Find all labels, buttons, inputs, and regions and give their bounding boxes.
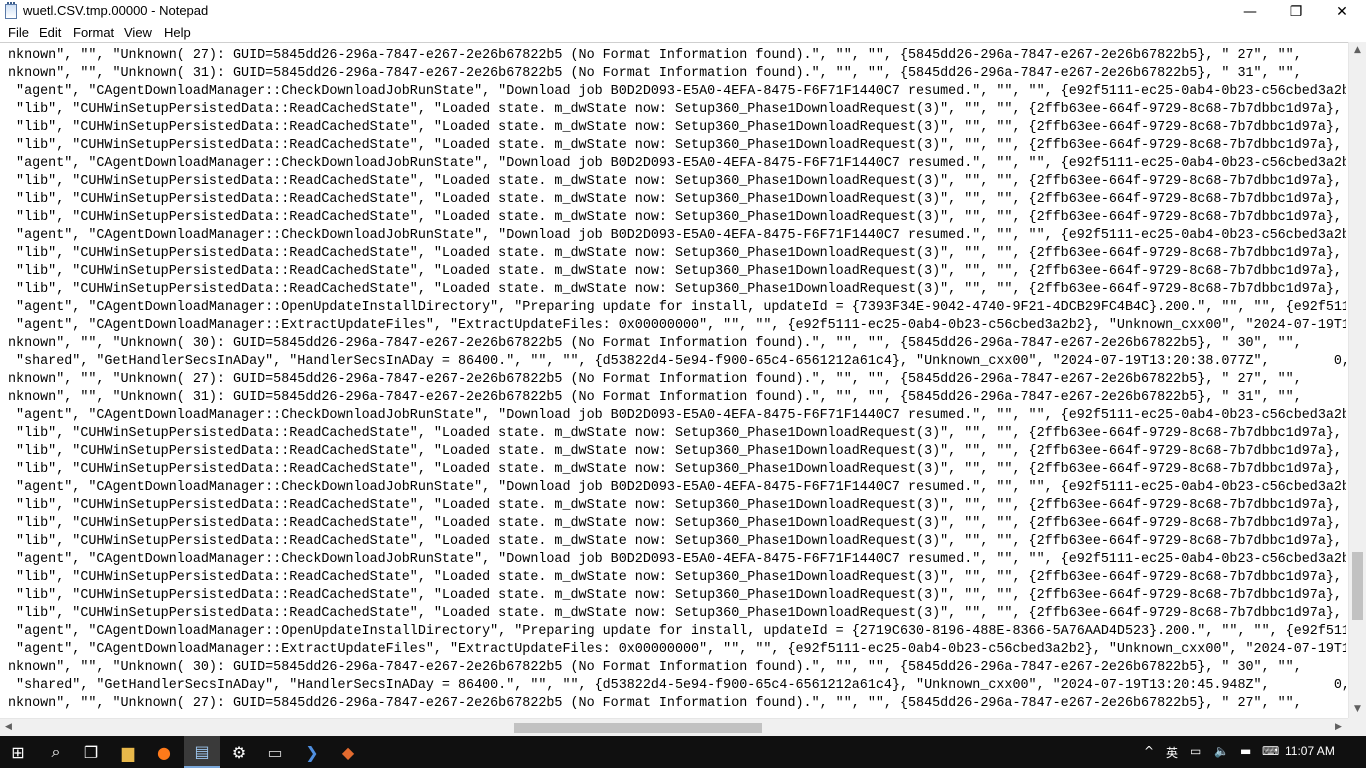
windows-logo-icon: ⊞ (11, 742, 25, 762)
show-hidden-icons-icon[interactable]: ^ (1144, 744, 1154, 758)
scroll-up-icon[interactable]: ▲ (1349, 42, 1366, 59)
text-line[interactable]: "shared", "GetHandlerSecsInADay", "Handl… (0, 677, 1346, 695)
text-line[interactable]: "lib", "CUHWinSetupPersistedData::ReadCa… (0, 119, 1346, 137)
horizontal-scroll-thumb[interactable] (514, 723, 762, 733)
text-line[interactable]: "agent", "CAgentDownloadManager::CheckDo… (0, 155, 1346, 173)
vertical-scrollbar[interactable]: ▲ ▼ (1348, 42, 1366, 718)
window-title: wuetl.CSV.tmp.00000 - Notepad (23, 3, 209, 18)
scroll-right-icon[interactable]: ▶ (1330, 719, 1347, 736)
text-line[interactable]: "lib", "CUHWinSetupPersistedData::ReadCa… (0, 281, 1346, 299)
app-icon: ◆ (341, 742, 355, 762)
text-line[interactable]: "lib", "CUHWinSetupPersistedData::ReadCa… (0, 497, 1346, 515)
taskbar: ⊞ ⌕ ❐ ▆ ● ▤ ⚙ ▭ ❯ ◆ ^ 英 ▭ 🔈 ▬ ⌨ 11:07 AM (0, 736, 1366, 768)
task-view-button[interactable]: ❐ (73, 736, 109, 768)
minimize-icon: — (1243, 3, 1257, 20)
title-bar[interactable]: wuetl.CSV.tmp.00000 - Notepad — ❐ ✕ (0, 0, 1366, 23)
text-line[interactable]: "agent", "CAgentDownloadManager::CheckDo… (0, 551, 1346, 569)
text-line[interactable]: "lib", "CUHWinSetupPersistedData::ReadCa… (0, 425, 1346, 443)
text-line[interactable]: nknown", "", "Unknown( 30): GUID=5845dd2… (0, 335, 1346, 353)
text-line[interactable]: "agent", "CAgentDownloadManager::CheckDo… (0, 407, 1346, 425)
menu-help[interactable]: Help (164, 25, 191, 40)
folder-icon: ▆ (121, 742, 135, 762)
menu-bar: File Edit Format View Help (0, 23, 1366, 42)
text-line[interactable]: nknown", "", "Unknown( 31): GUID=5845dd2… (0, 65, 1346, 83)
text-line[interactable]: "agent", "CAgentDownloadManager::Extract… (0, 641, 1346, 659)
text-line[interactable]: nknown", "", "Unknown( 27): GUID=5845dd2… (0, 47, 1346, 65)
close-icon: ✕ (1336, 3, 1348, 20)
text-line[interactable]: nknown", "", "Unknown( 30): GUID=5845dd2… (0, 659, 1346, 677)
vertical-scroll-thumb[interactable] (1352, 552, 1363, 620)
text-line[interactable]: "lib", "CUHWinSetupPersistedData::ReadCa… (0, 245, 1346, 263)
text-line[interactable]: "agent", "CAgentDownloadManager::CheckDo… (0, 479, 1346, 497)
cmd-button[interactable]: ▭ (257, 736, 293, 768)
menu-format[interactable]: Format (73, 25, 114, 40)
horizontal-scrollbar[interactable]: ◀ ▶ (0, 718, 1348, 736)
file-explorer-button[interactable]: ▆ (110, 736, 146, 768)
text-line[interactable]: "lib", "CUHWinSetupPersistedData::ReadCa… (0, 263, 1346, 281)
text-line[interactable]: "lib", "CUHWinSetupPersistedData::ReadCa… (0, 443, 1346, 461)
text-line[interactable]: "lib", "CUHWinSetupPersistedData::ReadCa… (0, 515, 1346, 533)
text-line[interactable]: nknown", "", "Unknown( 27): GUID=5845dd2… (0, 695, 1346, 713)
text-line[interactable]: "lib", "CUHWinSetupPersistedData::ReadCa… (0, 173, 1346, 191)
notepad-icon: ▤ (194, 741, 210, 761)
scroll-left-icon[interactable]: ◀ (0, 719, 17, 736)
network-icon[interactable]: ▭ (1190, 744, 1201, 758)
text-area[interactable]: nknown", "", "Unknown( 27): GUID=5845dd2… (0, 47, 1346, 713)
firefox-button[interactable]: ● (146, 736, 182, 768)
text-line[interactable]: "lib", "CUHWinSetupPersistedData::ReadCa… (0, 137, 1346, 155)
restore-icon: ❐ (1289, 3, 1303, 20)
text-line[interactable]: "lib", "CUHWinSetupPersistedData::ReadCa… (0, 533, 1346, 551)
menu-file[interactable]: File (8, 25, 29, 40)
clock[interactable]: 11:07 AM (1285, 744, 1335, 758)
text-line[interactable]: "agent", "CAgentDownloadManager::CheckDo… (0, 83, 1346, 101)
notepad-icon (5, 2, 17, 19)
close-button[interactable]: ✕ (1319, 0, 1365, 23)
text-line[interactable]: "lib", "CUHWinSetupPersistedData::ReadCa… (0, 569, 1346, 587)
search-button[interactable]: ⌕ (38, 736, 74, 768)
command-prompt-icon: ▭ (267, 742, 283, 762)
text-line[interactable]: "lib", "CUHWinSetupPersistedData::ReadCa… (0, 191, 1346, 209)
powershell-icon: ❯ (305, 742, 319, 762)
text-line[interactable]: "lib", "CUHWinSetupPersistedData::ReadCa… (0, 587, 1346, 605)
text-line[interactable]: nknown", "", "Unknown( 31): GUID=5845dd2… (0, 389, 1346, 407)
text-line[interactable]: "agent", "CAgentDownloadManager::Extract… (0, 317, 1346, 335)
text-line[interactable]: "lib", "CUHWinSetupPersistedData::ReadCa… (0, 101, 1346, 119)
text-line[interactable]: "agent", "CAgentDownloadManager::OpenUpd… (0, 623, 1346, 641)
text-line[interactable]: "agent", "CAgentDownloadManager::OpenUpd… (0, 299, 1346, 317)
search-icon: ⌕ (51, 742, 61, 761)
ime-icon[interactable]: 英 (1166, 744, 1178, 761)
text-line[interactable]: "shared", "GetHandlerSecsInADay", "Handl… (0, 353, 1346, 371)
notepad-button[interactable]: ▤ (184, 736, 220, 768)
maximize-button[interactable]: ❐ (1273, 0, 1319, 23)
text-line[interactable]: "agent", "CAgentDownloadManager::CheckDo… (0, 227, 1346, 245)
app-button[interactable]: ◆ (330, 736, 366, 768)
start-button[interactable]: ⊞ (0, 736, 36, 768)
text-line[interactable]: "lib", "CUHWinSetupPersistedData::ReadCa… (0, 461, 1346, 479)
text-editor[interactable]: nknown", "", "Unknown( 27): GUID=5845dd2… (0, 42, 1366, 718)
menu-edit[interactable]: Edit (39, 25, 61, 40)
scroll-down-icon[interactable]: ▼ (1349, 701, 1366, 718)
firefox-icon: ● (157, 742, 171, 762)
gear-icon: ⚙ (231, 742, 247, 762)
touch-keyboard-icon[interactable]: ⌨ (1262, 744, 1279, 758)
menu-view[interactable]: View (124, 25, 152, 40)
text-line[interactable]: nknown", "", "Unknown( 27): GUID=5845dd2… (0, 371, 1346, 389)
scrollbar-corner (1348, 718, 1366, 736)
text-line[interactable]: "lib", "CUHWinSetupPersistedData::ReadCa… (0, 605, 1346, 623)
minimize-button[interactable]: — (1227, 0, 1273, 23)
settings-button[interactable]: ⚙ (221, 736, 257, 768)
task-view-icon: ❐ (83, 742, 99, 762)
volume-icon[interactable]: 🔈 (1214, 744, 1229, 758)
text-line[interactable]: "lib", "CUHWinSetupPersistedData::ReadCa… (0, 209, 1346, 227)
powershell-button[interactable]: ❯ (294, 736, 330, 768)
action-center-icon[interactable]: ▬ (1240, 744, 1251, 758)
